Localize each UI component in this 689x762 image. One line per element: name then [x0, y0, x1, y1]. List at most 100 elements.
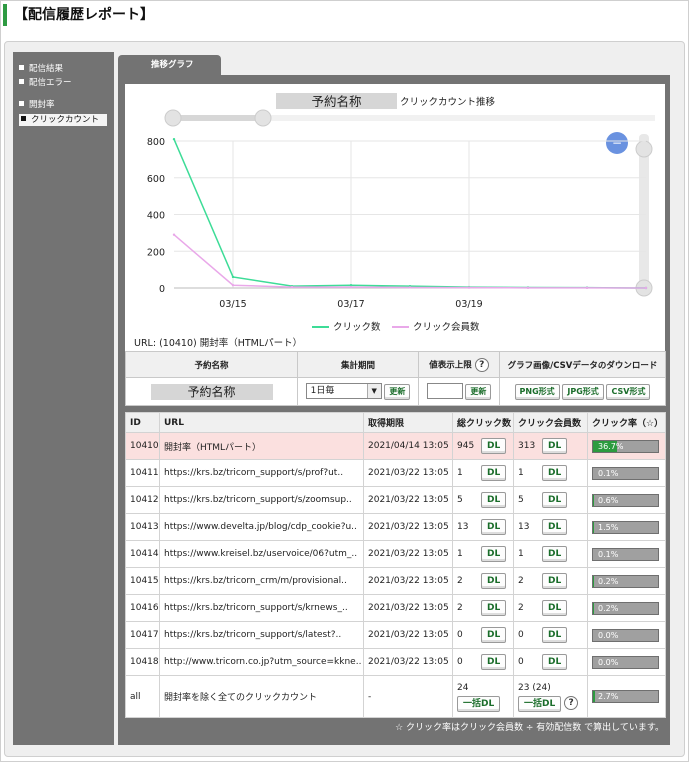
row-expiry: 2021/03/22 13:05	[363, 513, 453, 541]
click-rate-bar: 0.2%	[592, 574, 659, 588]
period-select[interactable]: 1日毎 ▼	[305, 383, 382, 400]
row-expiry: -	[363, 675, 453, 718]
row-url: https://krs.bz/tricorn_support/s/latest?…	[159, 621, 364, 649]
clicks-download-button[interactable]: DL	[481, 573, 507, 589]
download-csv-button[interactable]: CSV形式	[606, 383, 651, 400]
row-click-members-cell: 1 DL	[513, 459, 588, 487]
click-rate-label: 0.6%	[598, 495, 619, 505]
clicks-download-button[interactable]: DL	[481, 546, 507, 562]
clicks-download-button[interactable]: DL	[481, 465, 507, 481]
clicks-download-button[interactable]: DL	[481, 600, 507, 616]
row-total-clicks: 5	[457, 495, 463, 505]
clicks-download-button[interactable]: DL	[481, 654, 507, 670]
series-1-point	[290, 285, 294, 289]
row-click-rate: 36.7%	[587, 432, 666, 460]
clicks-download-button[interactable]: DL	[481, 519, 507, 535]
row-click-members-cell: 1 DL	[513, 540, 588, 568]
table-row: 10415 https://krs.bz/tricorn_crm/m/provis…	[125, 567, 666, 595]
row-click-members-cell: 313 DL	[513, 432, 588, 460]
series-1-point	[172, 233, 176, 236]
help-icon[interactable]: ?	[474, 357, 489, 372]
series-1-point	[408, 286, 412, 289]
row-expiry: 2021/03/22 13:05	[363, 621, 453, 649]
row-click-rate: 0.0%	[587, 648, 666, 676]
row-total-clicks-cell: 13 DL	[452, 513, 514, 541]
help-icon[interactable]: ?	[564, 696, 579, 710]
y-tick-label: 0	[159, 284, 165, 295]
limit-update-button[interactable]: 更新	[465, 383, 492, 400]
sidebar-item[interactable]: 開封率	[19, 99, 55, 111]
sidebar-item-label: 配信エラー	[29, 78, 72, 88]
header-reservation-name: 予約名称	[125, 351, 298, 378]
bullet-icon	[21, 116, 26, 121]
row-total-clicks-cell: 0 DL	[452, 648, 514, 676]
header-display-limit: 値表示上限 ?	[418, 351, 500, 378]
clicks-download-button[interactable]: DL	[481, 438, 507, 454]
x-tick-label: 03/19	[455, 299, 482, 310]
row-click-members-cell: 2 DL	[513, 567, 588, 595]
row-url: 開封率を除く全てのクリックカウント	[159, 675, 364, 718]
row-total-clicks-cell: 5 DL	[452, 486, 514, 514]
members-download-button[interactable]: DL	[542, 465, 568, 481]
range-slider-handle-right[interactable]	[254, 109, 272, 127]
clicks-download-button[interactable]: DL	[481, 492, 507, 508]
members-download-button[interactable]: DL	[542, 546, 568, 562]
members-download-button[interactable]: DL	[542, 519, 568, 535]
row-click-members: 313	[518, 441, 536, 451]
table-row: 10412 https://krs.bz/tricorn_support/s/zo…	[125, 486, 666, 514]
members-download-button[interactable]: DL	[542, 654, 568, 670]
row-click-members-cell: 13 DL	[513, 513, 588, 541]
period-update-button[interactable]: 更新	[384, 383, 411, 400]
chart-area: − 予約名称 クリックカウント推移 0 200 400 600 800 03/15 03/17 03…	[125, 84, 665, 352]
download-png-button[interactable]: PNG形式	[514, 383, 560, 400]
sidebar-item[interactable]: 配信結果	[19, 63, 63, 75]
members-download-button[interactable]: DL	[542, 573, 568, 589]
row-id: all	[125, 675, 160, 718]
reservation-name-value: 予約名称	[150, 383, 273, 400]
sidebar-item-label: クリックカウント	[31, 115, 100, 125]
row-id: 10413	[125, 513, 160, 541]
bullet-icon	[19, 101, 24, 106]
row-expiry: 2021/03/22 13:05	[363, 540, 453, 568]
range-slider-handle-left[interactable]	[164, 109, 182, 127]
page-title: 【配信履歴レポート】	[3, 4, 154, 26]
chart-title-name: 予約名称	[311, 94, 361, 109]
header-download: グラフ画像/CSVデータのダウンロード	[499, 351, 666, 378]
bulk-download-clicks-button[interactable]: 一括DL	[457, 695, 501, 712]
row-click-members-cell: 5 DL	[513, 486, 588, 514]
total-click-rate: 2.7%	[587, 675, 666, 718]
row-click-rate: 0.1%	[587, 459, 666, 487]
row-id: 10410	[125, 432, 160, 460]
x-tick-label: 03/15	[219, 299, 246, 310]
x-tick-label: 03/17	[337, 299, 364, 310]
header-col-url: URL	[159, 412, 364, 433]
chevron-down-icon: ▼	[366, 384, 381, 399]
click-rate-bar: 0.1%	[592, 466, 659, 480]
bullet-icon	[19, 79, 24, 84]
row-click-rate: 0.6%	[587, 486, 666, 514]
row-click-rate: 1.5%	[587, 513, 666, 541]
sidebar-item[interactable]: 配信エラー	[19, 77, 72, 89]
click-rate-fill	[593, 691, 595, 702]
sidebar	[13, 52, 114, 745]
range-slider-track	[173, 115, 265, 121]
bulk-download-members-button[interactable]: 一括DL	[518, 695, 562, 712]
members-download-button[interactable]: DL	[542, 600, 568, 616]
click-rate-bar: 1.5%	[592, 520, 659, 534]
row-expiry: 2021/03/22 13:05	[363, 594, 453, 622]
sidebar-item[interactable]: クリックカウント	[19, 114, 107, 126]
row-total-clicks: 0	[457, 657, 463, 667]
row-total-clicks-cell: 1 DL	[452, 459, 514, 487]
row-total-clicks-cell: 945 DL	[452, 432, 514, 460]
row-total-clicks: 1	[457, 549, 463, 559]
vertical-slider-handle-top[interactable]	[635, 140, 653, 158]
row-id: 10418	[125, 648, 160, 676]
members-download-button[interactable]: DL	[542, 438, 568, 454]
members-download-button[interactable]: DL	[542, 627, 568, 643]
clicks-download-button[interactable]: DL	[481, 627, 507, 643]
limit-input[interactable]	[426, 383, 463, 400]
members-download-button[interactable]: DL	[542, 492, 568, 508]
download-jpg-button[interactable]: JPG形式	[562, 383, 604, 400]
tab-trend-graph[interactable]: 推移グラフ	[118, 55, 221, 77]
period-select-value: 1日毎	[310, 386, 335, 397]
